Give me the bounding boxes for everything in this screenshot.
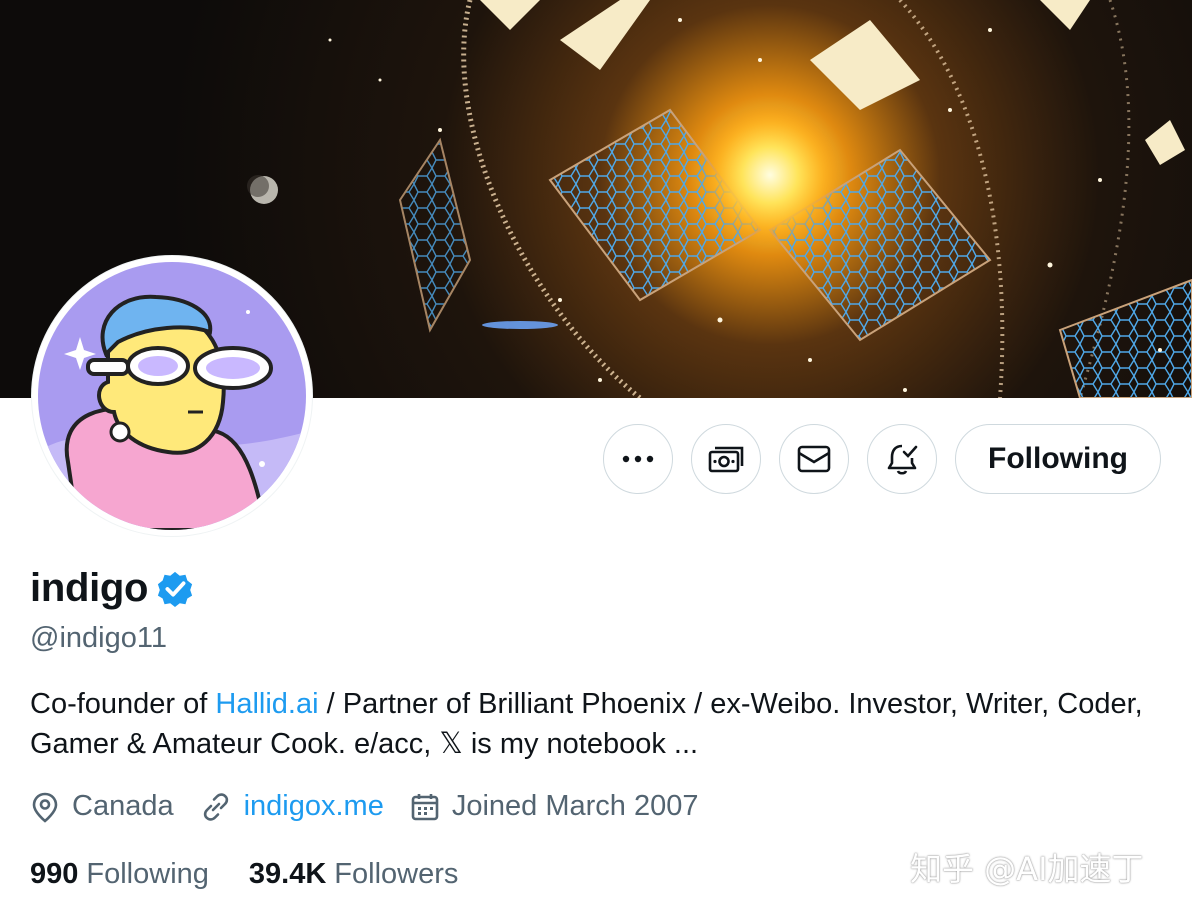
x-logo-glyph: 𝕏 [439,728,463,760]
verified-badge-icon[interactable] [156,570,194,608]
following-button[interactable]: Following [955,424,1161,494]
link-icon [203,792,228,821]
website-item[interactable]: indigox.me [200,790,384,823]
following-label: Following [86,858,209,890]
following-count-link[interactable]: 990 Following [30,858,209,891]
profile-avatar[interactable] [32,256,312,536]
profile-bio: Co-founder of Hallid.ai / Partner of Bri… [30,684,1170,764]
website-link[interactable]: indigox.me [244,790,384,823]
joined-item: Joined March 2007 [410,790,699,823]
followers-count-link[interactable]: 39.4K Followers [249,858,458,891]
profile-name-row: indigo [30,566,194,611]
envelope-icon [797,445,831,473]
bio-link-hallid[interactable]: Hallid.ai [215,688,318,720]
avatar-image [38,262,306,530]
more-dots-icon [622,455,654,463]
bio-text: Co-founder of [30,688,216,720]
calendar-icon [411,793,439,820]
subscribe-button[interactable] [691,424,761,494]
notify-button[interactable] [867,424,937,494]
watermark: 知乎 @AI加速丁 [910,850,1144,888]
profile-meta: Canada indigox.me Joined March 2007 [30,790,725,823]
location-item: Canada [30,790,174,823]
profile-handle: @indigo11 [30,622,167,654]
following-count: 990 [30,858,79,890]
location-text: Canada [72,790,174,822]
bell-check-icon [887,444,918,475]
following-button-label: Following [988,442,1128,475]
location-pin-icon [32,792,58,823]
followers-label: Followers [334,858,459,890]
profile-stats: 990 Following 39.4K Followers [30,858,498,891]
followers-count: 39.4K [248,858,327,890]
money-icon [708,446,744,473]
bio-text: is my notebook ... [462,728,699,760]
more-button[interactable] [603,424,673,494]
profile-name: indigo [30,566,149,610]
message-button[interactable] [779,424,849,494]
joined-text: Joined March 2007 [451,790,699,822]
